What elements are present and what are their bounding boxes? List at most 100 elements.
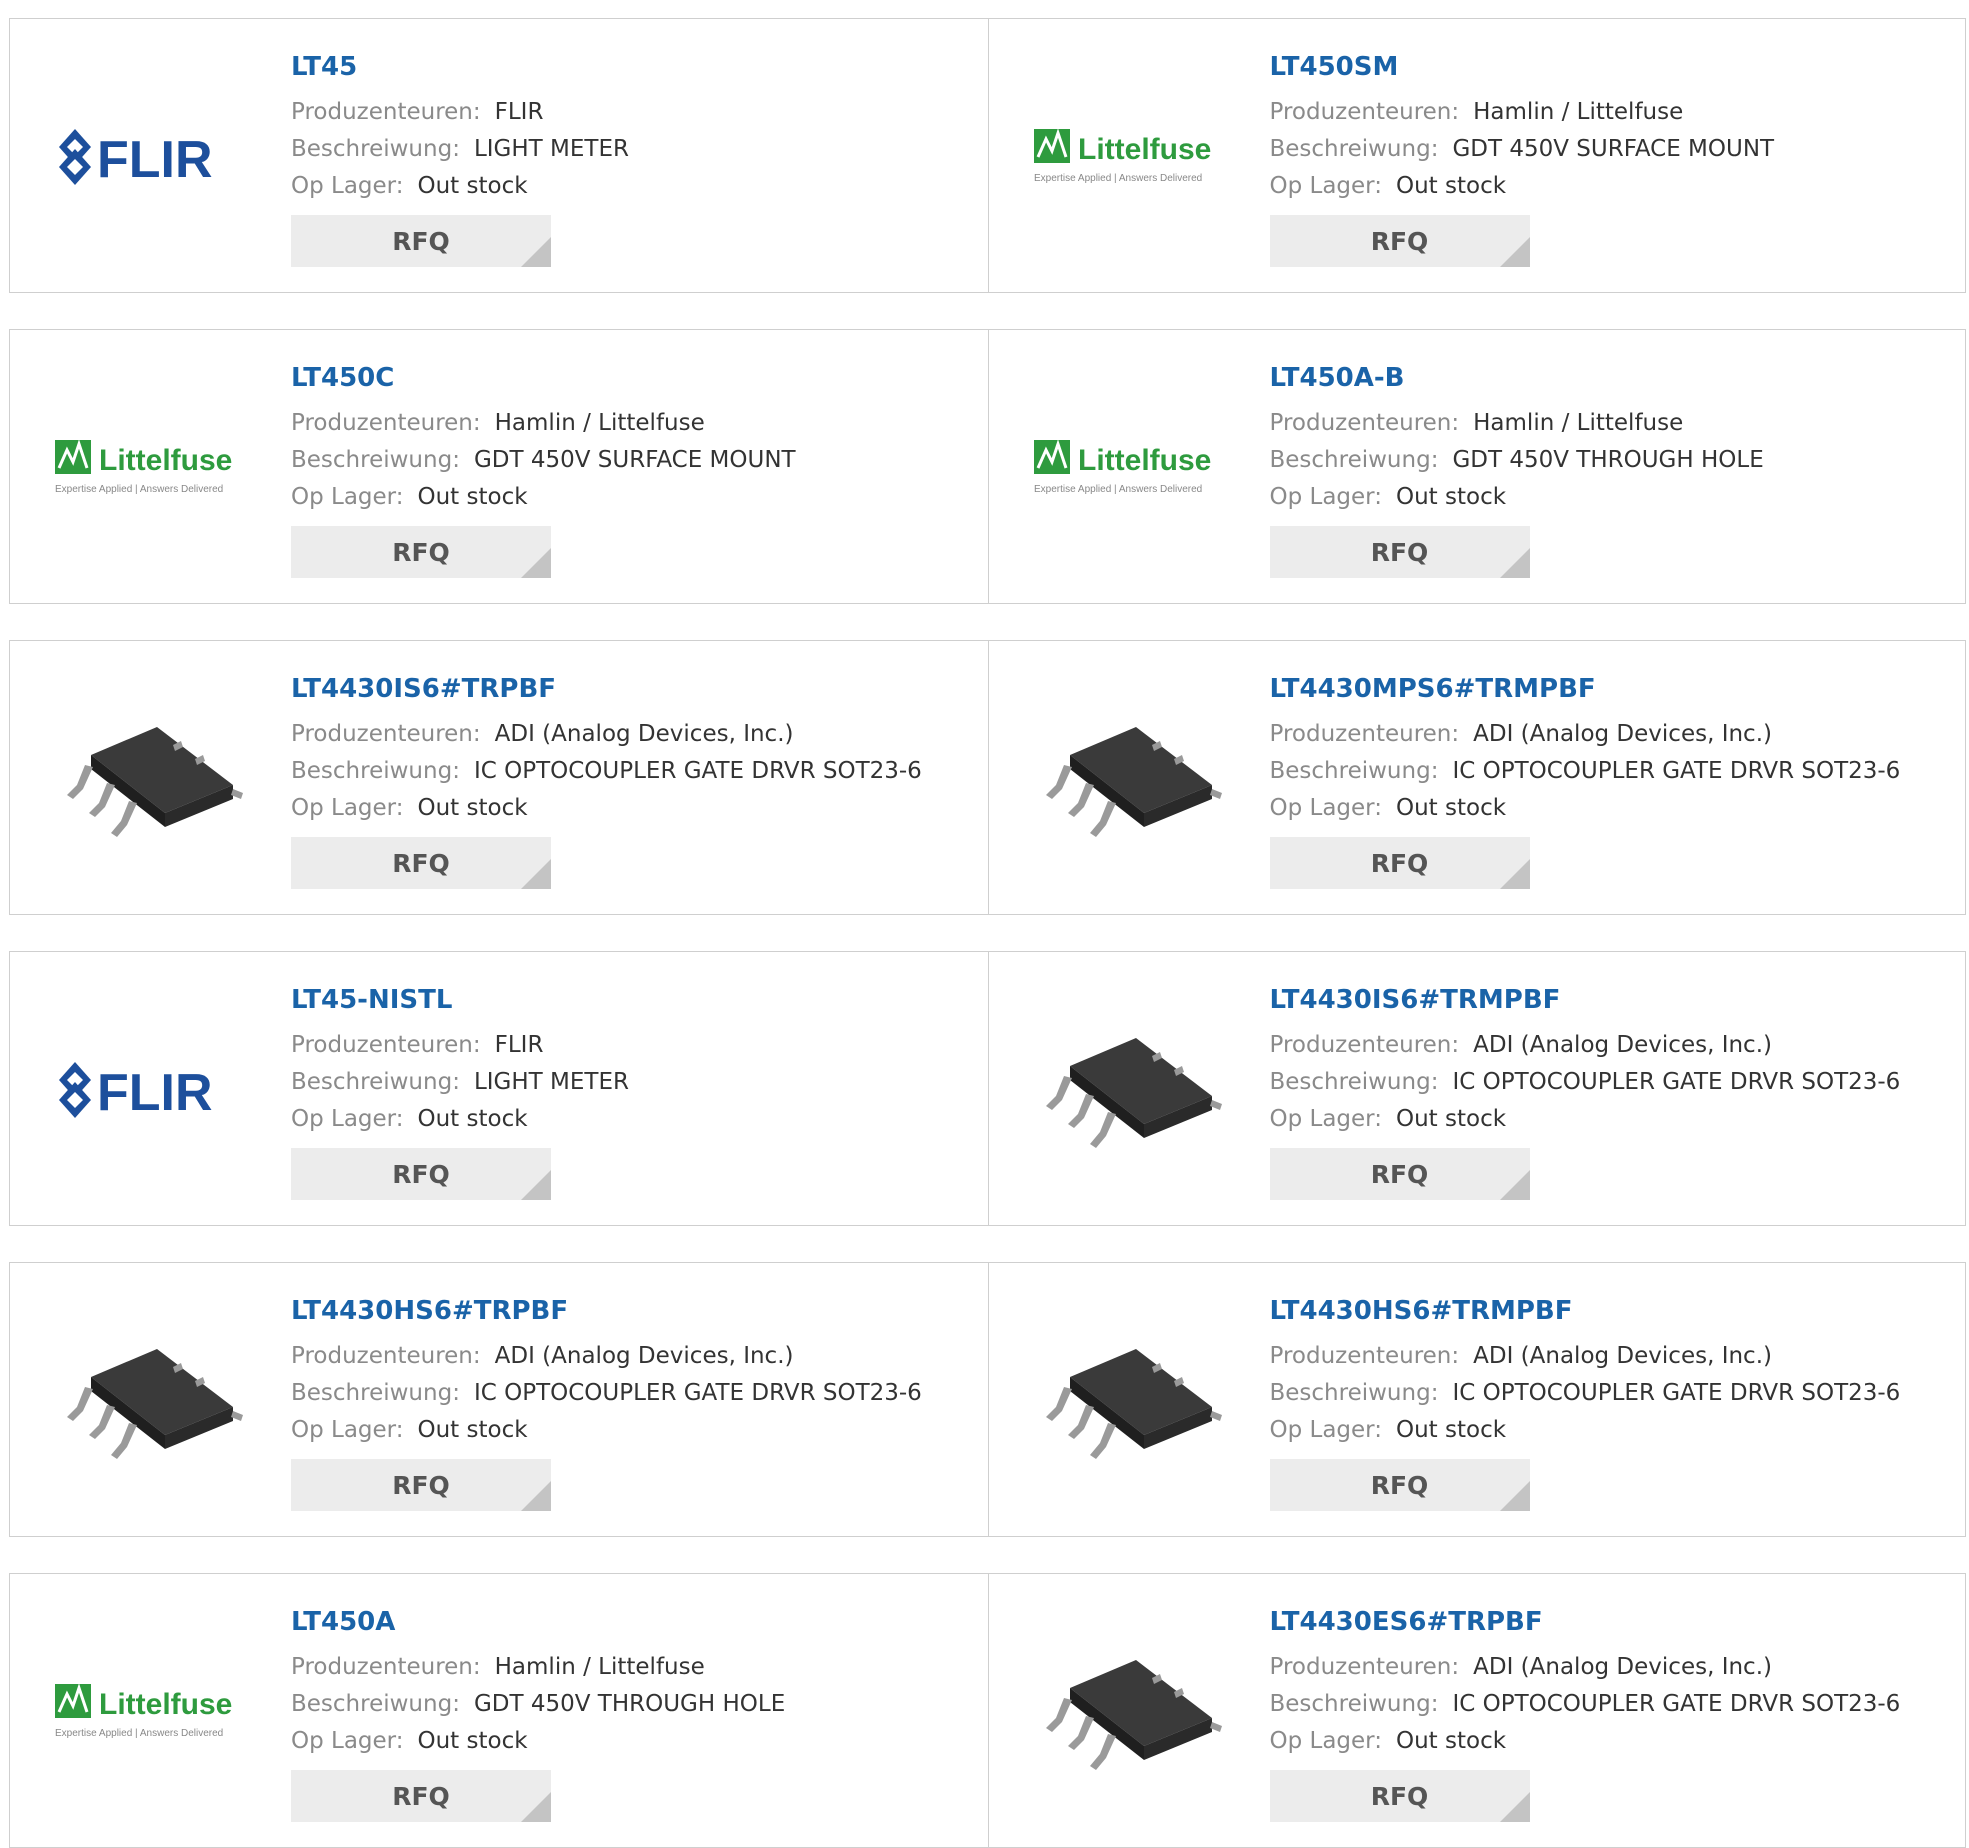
description-value: IC OPTOCOUPLER GATE DRVR SOT23-6	[1452, 1691, 1901, 1717]
description-label: Beschreiwung:	[291, 758, 460, 784]
part-number-link[interactable]: LT4430HS6#TRPBF	[291, 1293, 922, 1329]
stock-value: Out stock	[1395, 173, 1507, 199]
product-image[interactable]	[48, 679, 258, 879]
product-card: LT4430ES6#TRPBF Produzenteuren: ADI (Anal…	[987, 1574, 1966, 1847]
stock-value: Out stock	[1395, 1417, 1507, 1443]
part-number-link[interactable]: LT4430IS6#TRPBF	[291, 671, 922, 707]
rfq-button[interactable]: RFQ	[1269, 1770, 1530, 1822]
stock-value: Out stock	[417, 795, 528, 821]
description-value: LIGHT METER	[473, 1069, 629, 1095]
part-number-link[interactable]: LT450A	[291, 1604, 785, 1640]
stock-row: Op Lager: Out stock	[1270, 1412, 1901, 1449]
manufacturer-row: Produzenteuren: Hamlin / Littelfuse	[1270, 94, 1775, 131]
manufacturer-row: Produzenteuren: ADI (Analog Devices, Inc.…	[1270, 1649, 1901, 1686]
littelfuse-tagline: Expertise Applied | Answers Delivered	[55, 484, 223, 495]
product-card: Littelfuse Expertise Applied | Answers De…	[987, 19, 1966, 292]
stock-row: Op Lager: Out stock	[1270, 1101, 1901, 1138]
manufacturer-value: ADI (Analog Devices, Inc.)	[1473, 721, 1772, 747]
stock-label: Op Lager:	[1269, 173, 1382, 199]
product-image[interactable]	[1027, 990, 1237, 1190]
part-number-link[interactable]: LT45	[291, 49, 629, 85]
product-info: LT4430MPS6#TRMPBF Produzenteuren: ADI (An…	[1269, 671, 1901, 889]
littelfuse-logo-text: Littelfuse	[1078, 133, 1211, 166]
description-value: GDT 450V THROUGH HOLE	[1452, 447, 1764, 473]
description-label: Beschreiwung:	[1269, 1380, 1439, 1406]
manufacturer-value: ADI (Analog Devices, Inc.)	[1473, 1032, 1772, 1058]
description-value: IC OPTOCOUPLER GATE DRVR SOT23-6	[1452, 758, 1901, 784]
product-image[interactable]: FLIR	[48, 990, 258, 1190]
stock-label: Op Lager:	[1269, 484, 1382, 510]
product-info: LT4430HS6#TRPBF Produzenteuren: ADI (Anal…	[291, 1293, 922, 1511]
stock-value: Out stock	[417, 1417, 528, 1443]
rfq-button[interactable]: RFQ	[291, 1770, 551, 1822]
rfq-button[interactable]: RFQ	[291, 1459, 551, 1511]
manufacturer-row: Produzenteuren: ADI (Analog Devices, Inc.…	[1270, 716, 1901, 753]
manufacturer-row: Produzenteuren: Hamlin / Littelfuse	[1270, 405, 1764, 442]
product-card: LT4430HS6#TRPBF Produzenteuren: ADI (Anal…	[10, 1263, 988, 1536]
description-label: Beschreiwung:	[1269, 1691, 1439, 1717]
stock-row: Op Lager: Out stock	[1270, 168, 1775, 205]
part-number-link[interactable]: LT4430HS6#TRMPBF	[1270, 1293, 1901, 1329]
description-label: Beschreiwung:	[1269, 1069, 1439, 1095]
rfq-button[interactable]: RFQ	[1269, 837, 1530, 889]
product-row: FLIR LT45 Produzenteuren: FLIR Beschreiwu…	[9, 18, 1966, 293]
stock-value: Out stock	[1395, 795, 1507, 821]
sot23-chip-icon	[1045, 1349, 1222, 1459]
product-image[interactable]: Littelfuse Expertise Applied | Answers De…	[48, 1612, 258, 1812]
littelfuse-logo-icon: Littelfuse Expertise Applied | Answers De…	[1033, 128, 1211, 184]
product-image[interactable]	[1027, 679, 1237, 879]
rfq-button[interactable]: RFQ	[291, 215, 551, 267]
stock-row: Op Lager: Out stock	[1270, 1723, 1901, 1760]
stock-row: Op Lager: Out stock	[1270, 790, 1901, 827]
manufacturer-value: Hamlin / Littelfuse	[1473, 99, 1684, 125]
description-label: Beschreiwung:	[291, 1069, 460, 1095]
product-card: FLIR LT45 Produzenteuren: FLIR Beschreiwu…	[10, 19, 988, 292]
description-row: Beschreiwung: IC OPTOCOUPLER GATE DRVR SO…	[1270, 1686, 1901, 1723]
product-info: LT450A Produzenteuren: Hamlin / Littelfus…	[291, 1604, 785, 1822]
manufacturer-label: Produzenteuren:	[1269, 1343, 1460, 1369]
part-number-link[interactable]: LT45-NISTL	[291, 982, 629, 1018]
description-value: IC OPTOCOUPLER GATE DRVR SOT23-6	[473, 758, 922, 784]
rfq-button[interactable]: RFQ	[291, 1148, 551, 1200]
rfq-button[interactable]: RFQ	[1269, 1148, 1530, 1200]
manufacturer-row: Produzenteuren: ADI (Analog Devices, Inc.…	[291, 716, 922, 753]
manufacturer-value: ADI (Analog Devices, Inc.)	[494, 721, 794, 747]
description-label: Beschreiwung:	[1269, 136, 1439, 162]
part-number-link[interactable]: LT4430ES6#TRPBF	[1270, 1604, 1901, 1640]
description-value: GDT 450V SURFACE MOUNT	[473, 447, 796, 473]
rfq-button[interactable]: RFQ	[1269, 526, 1530, 578]
description-label: Beschreiwung:	[291, 1691, 460, 1717]
product-info: LT4430IS6#TRPBF Produzenteuren: ADI (Anal…	[291, 671, 922, 889]
littelfuse-logo-text: Littelfuse	[99, 444, 232, 477]
part-number-link[interactable]: LT450SM	[1270, 49, 1775, 85]
stock-label: Op Lager:	[1269, 1106, 1382, 1132]
littelfuse-logo-text: Littelfuse	[1078, 444, 1211, 477]
product-image[interactable]	[1027, 1301, 1237, 1501]
manufacturer-row: Produzenteuren: Hamlin / Littelfuse	[291, 405, 796, 442]
product-image[interactable]	[48, 1301, 258, 1501]
product-image[interactable]: Littelfuse Expertise Applied | Answers De…	[1027, 368, 1237, 568]
product-card: FLIR LT45-NISTL Produzenteuren: FLIR Besc…	[10, 952, 988, 1225]
product-image[interactable]	[1027, 1612, 1237, 1812]
manufacturer-label: Produzenteuren:	[291, 1654, 481, 1680]
description-value: IC OPTOCOUPLER GATE DRVR SOT23-6	[1452, 1380, 1901, 1406]
product-card: LT4430HS6#TRMPBF Produzenteuren: ADI (Ana…	[987, 1263, 1966, 1536]
description-label: Beschreiwung:	[291, 1380, 460, 1406]
rfq-button[interactable]: RFQ	[291, 837, 551, 889]
description-row: Beschreiwung: GDT 450V THROUGH HOLE	[291, 1686, 785, 1723]
part-number-link[interactable]: LT4430IS6#TRMPBF	[1270, 982, 1901, 1018]
product-image[interactable]: Littelfuse Expertise Applied | Answers De…	[1027, 57, 1237, 257]
part-number-link[interactable]: LT4430MPS6#TRMPBF	[1270, 671, 1901, 707]
product-info: LT450A-B Produzenteuren: Hamlin / Littelf…	[1269, 360, 1764, 578]
product-info: LT450SM Produzenteuren: Hamlin / Littelfu…	[1269, 49, 1775, 267]
product-image[interactable]: Littelfuse Expertise Applied | Answers De…	[48, 368, 258, 568]
product-image[interactable]: FLIR	[48, 57, 258, 257]
part-number-link[interactable]: LT450C	[291, 360, 796, 396]
description-row: Beschreiwung: GDT 450V SURFACE MOUNT	[1270, 131, 1775, 168]
stock-label: Op Lager:	[291, 173, 404, 199]
rfq-button[interactable]: RFQ	[1269, 215, 1530, 267]
rfq-button[interactable]: RFQ	[291, 526, 551, 578]
rfq-button[interactable]: RFQ	[1269, 1459, 1530, 1511]
part-number-link[interactable]: LT450A-B	[1270, 360, 1764, 396]
manufacturer-label: Produzenteuren:	[291, 721, 481, 747]
